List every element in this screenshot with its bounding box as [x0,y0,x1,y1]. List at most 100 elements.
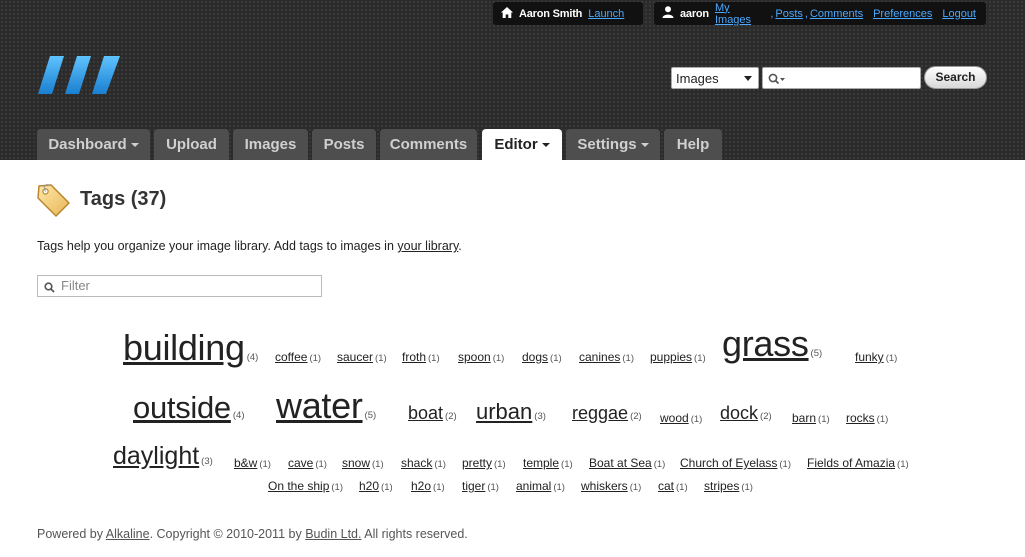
tag-item[interactable]: stripes (1) [704,479,753,493]
tag-item[interactable]: canines (1) [579,350,634,364]
tag-item[interactable]: snow (1) [342,456,384,470]
comments-link[interactable]: Comments [810,8,863,20]
logo-icon[interactable] [36,55,122,95]
caret-down-icon [541,143,550,148]
search-input[interactable] [762,67,921,89]
intro-text: Tags help you organize your image librar… [37,239,462,253]
tab-label: Posts [323,136,365,153]
tab-dashboard[interactable]: Dashboard [37,129,150,160]
tab-settings[interactable]: Settings [566,129,660,160]
tag-item[interactable]: dock (2) [720,403,772,424]
tag-item[interactable]: froth (1) [402,350,440,364]
preferences-link[interactable]: Preferences [873,8,932,20]
tab-help[interactable]: Help [664,129,722,160]
tag-item[interactable]: barn (1) [792,411,830,425]
tag-cloud-row: shack (1) [401,454,446,472]
tab-label: Settings [577,136,637,153]
tag-cloud-row: reggae (2) [572,403,642,424]
tag-item[interactable]: water (5) [276,385,376,427]
tab-editor[interactable]: Editor [482,129,562,160]
search-scope-select[interactable]: Images [671,67,759,89]
launch-link[interactable]: Launch [588,8,624,20]
tab-comments[interactable]: Comments [380,129,477,160]
search-button[interactable]: Search [924,66,987,89]
tag-cloud-row: whiskers (1) [581,477,641,495]
tag-item[interactable]: saucer (1) [337,350,387,364]
tag-item[interactable]: boat (2) [408,403,457,424]
tag-cloud-row: froth (1) [402,348,440,366]
user-icon [662,6,674,21]
tag-cloud-row: h20 (1) [359,477,393,495]
tag-cloud-row: funky (1) [855,348,897,366]
tag-item[interactable]: wood (1) [660,411,702,425]
tag-item[interactable]: h20 (1) [359,479,393,493]
tag-item[interactable]: Fields of Amazia (1) [807,456,909,470]
tab-images[interactable]: Images [233,129,308,160]
tab-posts[interactable]: Posts [312,129,376,160]
tag-item[interactable]: spoon (1) [458,350,504,364]
tag-item[interactable]: tiger (1) [462,479,499,493]
tag-item[interactable]: daylight (3) [113,442,213,471]
tag-item[interactable]: cave (1) [288,456,327,470]
caret-down-icon [744,76,752,81]
tag-item[interactable]: dogs (1) [522,350,562,364]
tag-item[interactable]: funky (1) [855,350,897,364]
search-scope-value: Images [676,71,719,86]
tab-label: Upload [166,136,217,153]
tag-item[interactable]: cat (1) [658,479,688,493]
posts-link[interactable]: Posts [775,8,803,20]
tag-item[interactable]: grass (5) [722,323,822,365]
tag-cloud-row: On the ship (1) [268,477,343,495]
footer-prefix: Powered by [37,527,106,541]
tag-item[interactable]: urban (3) [476,399,546,425]
tag-cloud-row: outside (4) [133,390,245,426]
search-icon [768,72,786,90]
tag-cloud-row: Boat at Sea (1) [589,454,665,472]
library-link[interactable]: your library [397,239,458,253]
tag-item[interactable]: pretty (1) [462,456,506,470]
tag-item[interactable]: temple (1) [523,456,573,470]
tag-item[interactable]: coffee (1) [275,350,321,364]
tag-item[interactable]: animal (1) [516,479,565,493]
footer: Powered by Alkaline. Copyright © 2010-20… [37,527,468,541]
tag-cloud-row: Fields of Amazia (1) [807,454,909,472]
logout-link[interactable]: Logout [942,8,976,20]
alkaline-link[interactable]: Alkaline [106,527,150,541]
tag-cloud-row: dock (2) [720,403,772,424]
separator: , [804,7,808,20]
tag-item[interactable]: building (4) [123,327,258,369]
tag-item[interactable]: reggae (2) [572,403,642,424]
tag-item[interactable]: Church of Eyelass (1) [680,456,791,470]
tag-item[interactable]: On the ship (1) [268,479,343,493]
tag-item[interactable]: h2o (1) [411,479,445,493]
tag-cloud-row: building (4) [123,327,258,369]
tag-item[interactable]: Boat at Sea (1) [589,456,665,470]
caret-down-icon [130,143,139,148]
tag-cloud-row: dogs (1) [522,348,562,366]
tag-cloud-row: cave (1) [288,454,327,472]
tag-cloud-row: puppies (1) [650,348,706,366]
userbar-user: aaron My Images, Posts, Comments Prefere… [654,2,986,26]
company-link[interactable]: Budin Ltd. [305,527,361,541]
tag-cloud-row: coffee (1) [275,348,321,366]
tab-label: Comments [389,136,468,153]
tab-upload[interactable]: Upload [154,129,229,160]
tag-item[interactable]: outside (4) [133,390,245,426]
tag-icon [36,182,72,218]
my-images-link[interactable]: My Images [715,2,768,26]
tag-cloud-row: pretty (1) [462,454,506,472]
tag-cloud-row: water (5) [276,385,376,427]
tag-item[interactable]: b&w (1) [234,456,271,470]
tag-item[interactable]: whiskers (1) [581,479,641,493]
tag-item[interactable]: puppies (1) [650,350,706,364]
tag-item[interactable]: rocks (1) [846,411,888,425]
tag-cloud-row: cat (1) [658,477,688,495]
filter-input[interactable]: Filter [37,275,322,297]
tag-cloud-row: spoon (1) [458,348,504,366]
tag-cloud-row: saucer (1) [337,348,387,366]
home-icon [501,6,513,21]
tag-cloud-row: snow (1) [342,454,384,472]
intro-prefix: Tags help you organize your image librar… [37,239,398,253]
tag-item[interactable]: shack (1) [401,456,446,470]
tag-cloud-row: canines (1) [579,348,634,366]
